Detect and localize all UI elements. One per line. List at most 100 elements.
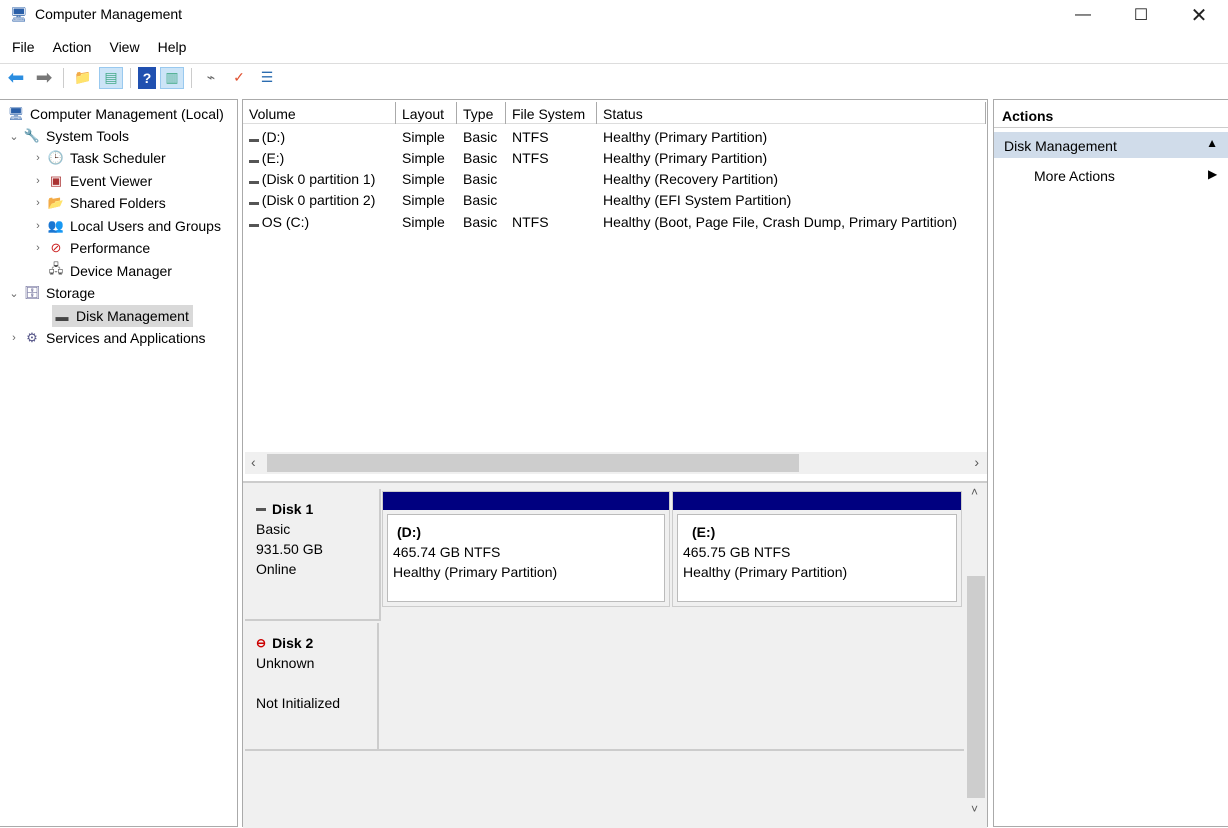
chevron-right-icon[interactable]: › [30,242,46,254]
tree-label: Event Viewer [70,173,153,189]
tree-disk-management[interactable]: ▬ Disk Management [52,305,193,327]
scroll-down-icon[interactable]: ˅ [971,802,978,816]
cell-volume: ▬ (D:) [243,129,396,145]
cell-text: Simple [402,128,445,145]
cell-text: Basic [463,149,498,166]
actions-section-disk-management[interactable]: Disk Management ▲ [994,132,1228,158]
cell-file-system: NTFS [506,214,597,230]
cell-layout: Simple [396,214,457,230]
scroll-right-icon[interactable]: › [974,454,979,470]
more-actions[interactable]: More Actions [1034,168,1115,184]
tree-root[interactable]: 🖥 Computer Management (Local) [6,103,224,125]
storage-icon: 🗄 [23,285,41,300]
menu-action[interactable]: Action [47,36,98,60]
cell-volume: ▬ (Disk 0 partition 2) [243,192,396,208]
disk-name: Disk 2 [272,635,314,651]
scroll-left-icon[interactable]: ‹ [251,454,256,470]
horizontal-scrollbar[interactable]: ‹ › [245,452,987,474]
collapse-up-icon[interactable]: ▲ [1206,136,1218,150]
tree-device-manager[interactable]: 🖧 Device Manager [30,260,172,282]
volume-row[interactable]: ▬ (D:) Simple Basic NTFS Healthy (Primary Pa… [243,126,986,147]
back-arrow-icon[interactable]: ⬅ [4,67,28,89]
cell-text: OS (C:) [261,213,310,230]
cell-layout: Simple [396,192,457,208]
cell-type: Basic [457,150,506,166]
scrollbar-thumb[interactable] [267,454,799,472]
cell-text: NTFS [512,149,549,166]
column-volume[interactable]: Volume [243,102,396,124]
chevron-right-icon[interactable]: › [30,197,46,209]
volume-row[interactable]: ▬ (Disk 0 partition 2) Simple Basic Healthy… [243,190,986,211]
menu-help[interactable]: Help [152,36,193,60]
tree-task-scheduler[interactable]: › 🕒 Task Scheduler [30,147,166,169]
checklist-icon[interactable]: ✓ [227,67,251,89]
disk-graph-view: ▬ Disk 1 Basic 931.50 GB Online (D:) 465.… [243,481,987,828]
tree-label: Computer Management (Local) [30,106,224,122]
column-status[interactable]: Status [597,102,986,124]
column-type[interactable]: Type [457,102,506,124]
disk-error-icon: ⊖ [256,636,267,650]
tree-system-tools[interactable]: ⌄ 🔧 System Tools [6,125,129,147]
menu-file[interactable]: File [6,36,41,60]
up-folder-icon[interactable]: 📁 [71,67,95,89]
tree-label: System Tools [46,128,129,144]
chevron-down-icon[interactable]: ⌄ [6,130,22,143]
chevron-right-icon[interactable]: › [30,175,46,187]
volume-icon: ▬ [249,218,262,230]
minimize-button[interactable]: — [1060,0,1106,30]
cell-text: Healthy (Boot, Page File, Crash Dump, Pr… [603,213,958,230]
toolbar: ⬅ ➡ 📁 ▤ ? ▥ ⌁ ✓ ☰ [0,63,1228,91]
show-hide-action-pane-icon[interactable]: ▥ [160,66,184,89]
chevron-down-icon[interactable]: ⌄ [6,287,22,300]
show-hide-tree-icon[interactable]: ▤ [99,66,123,89]
cell-text: Healthy (Primary Partition) [603,128,768,145]
tree-storage[interactable]: ⌄ 🗄 Storage [6,282,95,304]
cell-text: NTFS [512,128,549,145]
cell-text: Basic [463,192,498,209]
volume-icon: ▬ [249,154,262,166]
disk-icon: ▬ [256,503,266,514]
chevron-right-icon[interactable]: › [6,332,22,344]
users-icon: 👥 [47,218,65,233]
partition-e[interactable]: (E:) 465.75 GB NTFS Healthy (Primary Par… [672,491,962,607]
submenu-arrow-icon: ▶ [1208,167,1218,181]
disk-2-label[interactable]: ⊖ Disk 2 Unknown Not Initialized [245,623,379,751]
chevron-right-icon[interactable]: › [30,152,46,164]
menu-view[interactable]: View [103,36,145,60]
properties-icon[interactable]: ☰ [255,67,279,89]
tree-local-users[interactable]: › 👥 Local Users and Groups [30,215,221,237]
partition-name: (E:) [692,524,716,540]
shared-folder-icon: 📂 [47,195,65,210]
volume-row[interactable]: ▬ (E:) Simple Basic NTFS Healthy (Primary Pa… [243,147,986,168]
disk-size: 931.50 GB [256,541,323,557]
actions-pane: Actions Disk Management ▲ More Actions ▶ [993,99,1228,827]
volume-row[interactable]: ▬ OS (C:) Simple Basic NTFS Healthy (Boot, P… [243,211,986,232]
device-manager-icon: 🖧 [48,261,64,276]
cell-text: Healthy (EFI System Partition) [603,192,792,209]
tree-event-viewer[interactable]: › ▣ Event Viewer [30,170,152,192]
help-icon[interactable]: ? [138,66,156,89]
tree-services[interactable]: › ⚙ Services and Applications [6,327,205,349]
chevron-right-icon[interactable]: › [30,220,46,232]
vertical-scrollbar[interactable]: ˄ ˅ [965,485,987,818]
column-layout[interactable]: Layout [396,102,457,124]
column-file-system[interactable]: File System [506,102,597,124]
cell-text: Healthy (Recovery Partition) [603,171,779,188]
close-button[interactable]: ✕ [1176,0,1222,30]
scroll-up-icon[interactable]: ˄ [971,485,978,499]
partition-d[interactable]: (D:) 465.74 GB NTFS Healthy (Primary Par… [382,491,670,607]
scrollbar-thumb[interactable] [967,576,985,798]
maximize-button[interactable]: ☐ [1118,0,1164,30]
volume-row[interactable]: ▬ (Disk 0 partition 1) Simple Basic Healthy… [243,169,986,190]
connect-disk-icon[interactable]: ⌁ [199,67,223,89]
cell-text: Basic [463,171,498,188]
disk-2-unallocated-area [379,623,964,751]
cell-status: Healthy (Primary Partition) [597,129,986,145]
tree-shared-folders[interactable]: › 📂 Shared Folders [30,192,166,214]
tree-performance[interactable]: › ⊘ Performance [30,237,150,259]
tree-label: Local Users and Groups [70,218,221,234]
cell-text: Healthy (Primary Partition) [603,149,768,166]
disk-1-label[interactable]: ▬ Disk 1 Basic 931.50 GB Online [245,489,381,621]
cell-status: Healthy (Recovery Partition) [597,171,986,187]
forward-arrow-icon[interactable]: ➡ [32,67,56,89]
